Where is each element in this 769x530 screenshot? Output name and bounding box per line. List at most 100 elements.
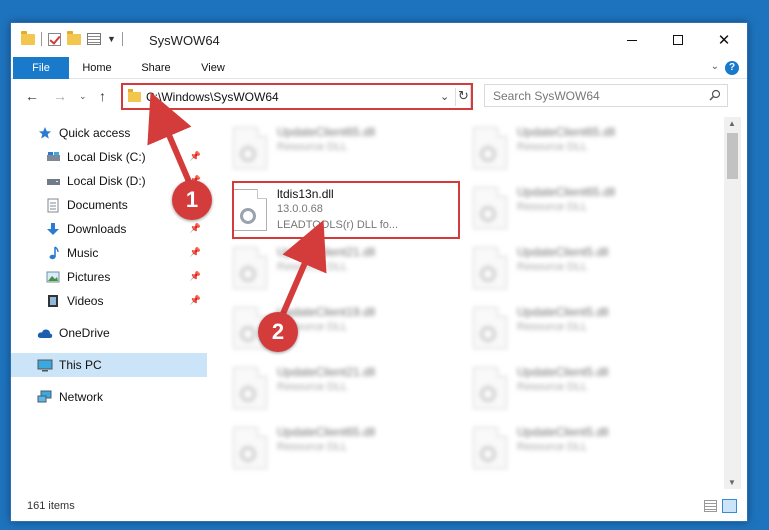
pictures-icon — [45, 269, 61, 285]
star-icon — [37, 125, 53, 141]
file-item[interactable]: UpdateClient21.dll Resource DLL — [217, 361, 437, 419]
file-name: UpdateClient21.dll — [277, 245, 376, 259]
gear-icon — [480, 446, 496, 462]
folder-icon — [21, 30, 35, 45]
sidebar-item-label: Pictures — [67, 270, 111, 284]
gear-icon — [480, 386, 496, 402]
expand-ribbon-icon[interactable]: ⌄ — [711, 61, 719, 72]
file-item[interactable]: UpdateClient19.dll Resource DLL — [217, 301, 437, 359]
toolbar-divider — [121, 32, 123, 46]
file-item[interactable]: UpdateClient65.dll Resource DLL — [217, 421, 437, 479]
gear-icon — [240, 386, 256, 402]
file-name: UpdateClient5.dll — [517, 305, 609, 319]
address-bar[interactable]: C:\Windows\SysWOW64 ⌄ ↻ — [121, 84, 471, 109]
file-name: UpdateClient5.dll — [517, 245, 609, 259]
tab-file[interactable]: File — [13, 57, 69, 79]
chevron-down-icon[interactable]: ▼ — [107, 34, 116, 44]
sidebar-item-videos[interactable]: Videos 📌 — [11, 289, 207, 313]
view-properties-icon[interactable] — [87, 33, 101, 45]
file-item[interactable]: UpdateClient65.dll Resource DLL — [217, 121, 437, 179]
scrollbar-thumb[interactable] — [727, 133, 738, 179]
sidebar-item-local-disk-c[interactable]: Local Disk (C:) 📌 — [11, 145, 207, 169]
file-type: Resource DLL — [277, 441, 348, 453]
pin-icon[interactable]: 📌 — [190, 151, 201, 162]
pin-icon[interactable]: 📌 — [190, 247, 201, 258]
drive-icon — [45, 149, 61, 165]
sidebar-item-network[interactable]: Network — [11, 385, 207, 409]
large-icons-view-icon[interactable] — [722, 499, 737, 513]
maximize-button[interactable] — [655, 23, 701, 57]
address-path[interactable]: C:\Windows\SysWOW64 — [146, 90, 279, 104]
drive-icon — [45, 173, 61, 189]
file-item[interactable]: UpdateClient65.dll Resource DLL — [457, 181, 677, 239]
gear-icon — [240, 146, 256, 162]
sidebar-item-label: This PC — [59, 358, 102, 372]
explorer-window: ▼ SysWOW64 ✕ File Home Share View ⌄ ? ← … — [10, 22, 748, 522]
file-name: UpdateClient65.dll — [517, 125, 616, 139]
tab-share[interactable]: Share — [129, 57, 183, 79]
pin-icon[interactable]: 📌 — [190, 223, 201, 234]
dll-file-icon — [233, 247, 267, 289]
computer-icon — [37, 357, 53, 373]
file-name: UpdateClient5.dll — [517, 425, 609, 439]
file-type: Resource DLL — [517, 141, 588, 153]
details-view-icon[interactable] — [704, 500, 717, 512]
help-icon[interactable]: ? — [725, 61, 739, 75]
file-type: Resource DLL — [277, 261, 348, 273]
file-item[interactable]: UpdateClient5.dll Resource DLL — [457, 241, 677, 299]
recent-locations-icon[interactable]: ⌄ — [79, 91, 87, 102]
file-item[interactable]: UpdateClient5.dll Resource DLL — [457, 361, 677, 419]
sidebar-item-label: Network — [59, 390, 104, 404]
sidebar-item-downloads[interactable]: Downloads 📌 — [11, 217, 207, 241]
gear-icon — [240, 326, 256, 342]
file-name: UpdateClient65.dll — [277, 425, 376, 439]
download-icon — [45, 221, 61, 237]
forward-arrow-icon[interactable]: → — [53, 88, 67, 104]
file-item[interactable]: UpdateClient65.dll Resource DLL — [457, 121, 677, 179]
tab-home[interactable]: Home — [71, 57, 123, 79]
gear-icon — [240, 446, 256, 462]
music-icon — [45, 245, 61, 261]
file-type: Resource DLL — [277, 141, 348, 153]
refresh-icon[interactable]: ↻ — [455, 88, 471, 106]
file-item[interactable]: UpdateClient5.dll Resource DLL — [457, 301, 677, 359]
address-dropdown-icon[interactable]: ⌄ — [440, 90, 449, 103]
item-count: 161 items — [27, 500, 75, 512]
dll-file-icon — [233, 127, 267, 169]
sidebar-item-label: Videos — [67, 294, 104, 308]
file-name: UpdateClient65.dll — [517, 185, 616, 199]
folder-icon — [128, 89, 141, 102]
file-item[interactable]: UpdateClient21.dll Resource DLL — [217, 241, 437, 299]
search-placeholder: Search SysWOW64 — [493, 89, 600, 103]
sidebar-item-this-pc[interactable]: This PC — [11, 353, 207, 377]
up-arrow-icon[interactable]: ↑ — [99, 88, 106, 104]
gear-icon — [240, 266, 256, 282]
pin-icon[interactable]: 📌 — [190, 271, 201, 282]
file-item[interactable]: UpdateClient5.dll Resource DLL — [457, 421, 677, 479]
sidebar-item-label: Local Disk (C:) — [67, 150, 146, 164]
search-icon[interactable] — [709, 89, 721, 101]
file-type: Resource DLL — [517, 441, 588, 453]
file-list: UpdateClient65.dll Resource DLL ltdis13n… — [217, 117, 723, 489]
sidebar-item-pictures[interactable]: Pictures 📌 — [11, 265, 207, 289]
file-type: Resource DLL — [517, 201, 588, 213]
pin-icon[interactable]: 📌 — [190, 295, 201, 306]
dll-file-icon — [473, 247, 507, 289]
scroll-down-icon[interactable]: ▼ — [728, 478, 736, 487]
sidebar-item-music[interactable]: Music 📌 — [11, 241, 207, 265]
minimize-button[interactable] — [609, 23, 655, 57]
vertical-scrollbar[interactable]: ▲ ▼ — [724, 117, 741, 489]
network-icon — [37, 389, 53, 405]
scroll-up-icon[interactable]: ▲ — [728, 119, 736, 128]
ribbon-tabs: File Home Share View ⌄ ? — [11, 57, 747, 79]
tab-view[interactable]: View — [189, 57, 237, 79]
properties-check-icon[interactable] — [48, 32, 61, 46]
sidebar-item-onedrive[interactable]: OneDrive — [11, 321, 207, 345]
minimize-icon — [627, 39, 637, 41]
close-button[interactable]: ✕ — [701, 23, 747, 57]
maximize-icon — [673, 35, 683, 45]
sidebar-item-quick-access[interactable]: Quick access — [11, 121, 207, 145]
new-folder-icon[interactable] — [67, 30, 81, 45]
back-arrow-icon[interactable]: ← — [25, 88, 39, 104]
search-input[interactable]: Search SysWOW64 — [484, 84, 728, 107]
